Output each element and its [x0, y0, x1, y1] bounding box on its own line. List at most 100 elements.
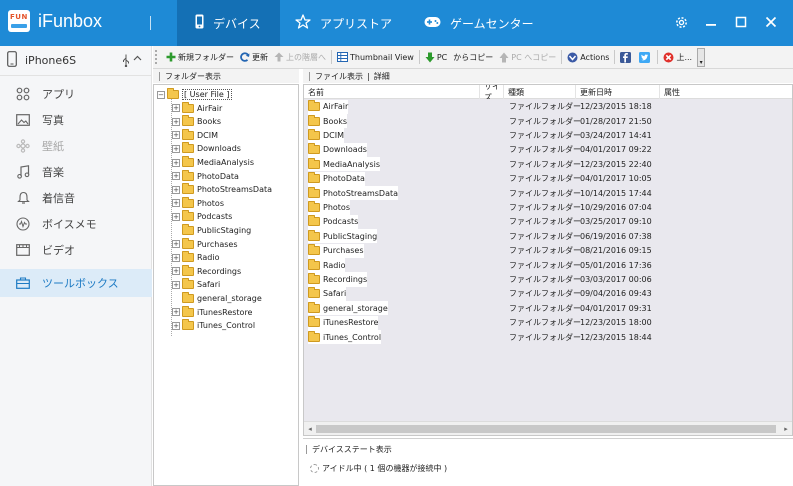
tree-item[interactable]: + iTunes_Control — [172, 319, 255, 332]
sidebar-item-toolbox[interactable]: ツールボックス — [0, 269, 152, 297]
column-header-type[interactable]: 種類 — [504, 85, 576, 99]
file-row[interactable]: Downloads ファイルフォルダー 04/01/2017 09:22 — [304, 142, 792, 158]
file-row[interactable]: DCIM ファイルフォルダー 03/24/2017 14:41 — [304, 128, 792, 143]
file-row[interactable]: PhotoData ファイルフォルダー 04/01/2017 10:05 — [304, 171, 792, 186]
column-header-date[interactable]: 更新日時 — [576, 85, 660, 99]
chevron-up-icon[interactable] — [133, 54, 142, 66]
minimize-icon[interactable] — [703, 14, 719, 30]
copy-from-button[interactable]: からコピー — [450, 48, 496, 67]
file-row[interactable]: Recordings ファイルフォルダー 03/03/2017 00:06 — [304, 272, 792, 287]
tree-root[interactable]: − [ User File ] — [157, 88, 232, 101]
sidebar-item-voice-memos[interactable]: ボイスメモ — [0, 211, 152, 237]
actions-button[interactable]: Actions — [564, 48, 612, 67]
sidebar-item-photos[interactable]: 写真 — [0, 107, 152, 133]
tree-item[interactable]: + PhotoStreamsData — [172, 183, 272, 196]
expand-icon[interactable]: + — [172, 104, 180, 113]
twitter-icon — [639, 51, 651, 63]
expand-icon[interactable]: + — [172, 185, 180, 194]
horizontal-scrollbar[interactable]: ◂ ▸ — [304, 421, 792, 435]
delete-button[interactable]: 上... — [660, 48, 695, 67]
tree-item[interactable]: + Radio — [172, 251, 219, 264]
file-row[interactable]: iTunesRestore ファイルフォルダー 12/23/2015 18:00 — [304, 315, 792, 330]
collapse-icon[interactable]: − — [157, 90, 165, 99]
scroll-right-icon[interactable]: ▸ — [781, 424, 791, 434]
file-row[interactable]: AirFair ファイルフォルダー 12/23/2015 18:18 — [304, 99, 792, 114]
sidebar-item-label: ビデオ — [42, 244, 75, 257]
folder-icon — [308, 244, 320, 256]
expand-icon[interactable]: + — [172, 253, 180, 262]
tab-device[interactable]: デバイス — [177, 0, 280, 46]
expand-icon[interactable]: + — [172, 144, 180, 153]
file-row[interactable]: iTunes_Control ファイルフォルダー 12/23/2015 18:44 — [304, 329, 792, 345]
expand-icon[interactable]: + — [172, 131, 180, 140]
twitter-button[interactable] — [636, 48, 655, 67]
copy-to-pc-button[interactable]: PC — [422, 48, 450, 67]
expand-icon[interactable]: + — [172, 280, 180, 289]
expand-icon[interactable]: + — [172, 172, 180, 181]
file-row[interactable]: Books ファイルフォルダー 01/28/2017 21:50 — [304, 113, 792, 129]
file-row[interactable]: general_storage ファイルフォルダー 04/01/2017 09:31 — [304, 301, 792, 316]
tree-item[interactable]: + iTunesRestore — [172, 305, 252, 319]
folder-icon — [308, 272, 320, 284]
file-row[interactable]: MediaAnalysis ファイルフォルダー 12/23/2015 22:40 — [304, 157, 792, 172]
device-selector[interactable]: iPhone6S — [0, 46, 152, 76]
sidebar-item-music[interactable]: 音楽 — [0, 159, 152, 185]
refresh-button[interactable]: 更新 — [237, 48, 271, 67]
column-header-attr[interactable]: 属性 — [660, 85, 792, 99]
tree-item[interactable]: + Downloads — [172, 142, 241, 155]
tab-app-store[interactable]: アプリストア — [295, 0, 415, 46]
tree-item[interactable]: + Photos — [172, 196, 224, 210]
tree-item[interactable]: + PhotoData — [172, 169, 239, 183]
expand-icon[interactable]: + — [172, 158, 180, 167]
new-folder-button[interactable]: 新規フォルダー — [163, 48, 237, 67]
tree-item[interactable]: general_storage — [172, 292, 262, 305]
tree-item[interactable]: + Podcasts — [172, 210, 232, 223]
file-row[interactable]: PublicStaging ファイルフォルダー 06/19/2016 07:38 — [304, 229, 792, 244]
folder-icon — [182, 115, 194, 127]
arrow-up-icon — [274, 52, 284, 62]
expand-icon[interactable]: + — [172, 321, 180, 330]
gear-icon[interactable] — [673, 14, 689, 30]
tree-item[interactable]: + AirFair — [172, 101, 222, 115]
sidebar-item-ringtones[interactable]: 着信音 — [0, 185, 152, 211]
file-row[interactable]: Safari ファイルフォルダー 09/04/2016 09:43 — [304, 286, 792, 302]
folder-icon — [182, 305, 194, 317]
file-row[interactable]: Radio ファイルフォルダー 05/01/2016 17:36 — [304, 257, 792, 273]
column-header-name[interactable]: 名前 — [304, 85, 480, 99]
thumbnail-view-button[interactable]: Thumbnail View — [334, 48, 417, 67]
sidebar-item-apps[interactable]: アプリ — [0, 81, 152, 107]
expand-icon[interactable]: + — [172, 267, 180, 276]
tree-item[interactable]: + Purchases — [172, 237, 238, 251]
expand-icon[interactable]: + — [172, 240, 180, 249]
tree-item[interactable]: + DCIM — [172, 128, 218, 142]
file-row[interactable]: Podcasts ファイルフォルダー 03/25/2017 09:10 — [304, 214, 792, 230]
sidebar-item-videos[interactable]: ビデオ — [0, 237, 152, 263]
expand-icon[interactable]: + — [172, 308, 180, 317]
cell-name: Photos — [308, 200, 350, 215]
file-row[interactable]: Purchases ファイルフォルダー 08/21/2016 09:15 — [304, 243, 792, 258]
file-row[interactable]: PhotoStreamsData ファイルフォルダー 10/14/2015 17:4… — [304, 185, 792, 201]
expand-icon[interactable]: + — [172, 199, 180, 208]
file-row[interactable]: Photos ファイルフォルダー 10/29/2016 07:04 — [304, 200, 792, 215]
file-pane-title[interactable]: ファイル表示 — [315, 71, 363, 82]
close-icon[interactable] — [763, 14, 779, 30]
file-rows: AirFair ファイルフォルダー 12/23/2015 18:18 Books ファイ… — [304, 99, 792, 421]
column-header-size[interactable]: サイズ — [480, 85, 504, 102]
folder-icon — [182, 156, 194, 167]
tree-item[interactable]: + Safari — [172, 278, 220, 291]
facebook-button[interactable] — [617, 48, 636, 67]
scroll-thumb[interactable] — [316, 425, 776, 433]
detail-view-link[interactable]: 詳細 — [374, 71, 390, 82]
expand-icon[interactable]: + — [172, 212, 180, 221]
cell-type: ファイルフォルダー — [509, 274, 581, 284]
maximize-icon[interactable] — [733, 14, 749, 30]
toolbar-overflow-button[interactable]: ▾ — [697, 47, 706, 67]
tab-game-center[interactable]: ゲームセンター — [424, 0, 554, 46]
tree-item[interactable]: PublicStaging — [172, 224, 251, 237]
tree-item[interactable]: + Books — [172, 115, 221, 128]
scroll-left-icon[interactable]: ◂ — [305, 424, 315, 434]
tree-item[interactable]: + MediaAnalysis — [172, 156, 254, 169]
file-name: Downloads — [323, 145, 367, 155]
tree-item[interactable]: + Recordings — [172, 264, 241, 278]
expand-icon[interactable]: + — [172, 117, 180, 126]
